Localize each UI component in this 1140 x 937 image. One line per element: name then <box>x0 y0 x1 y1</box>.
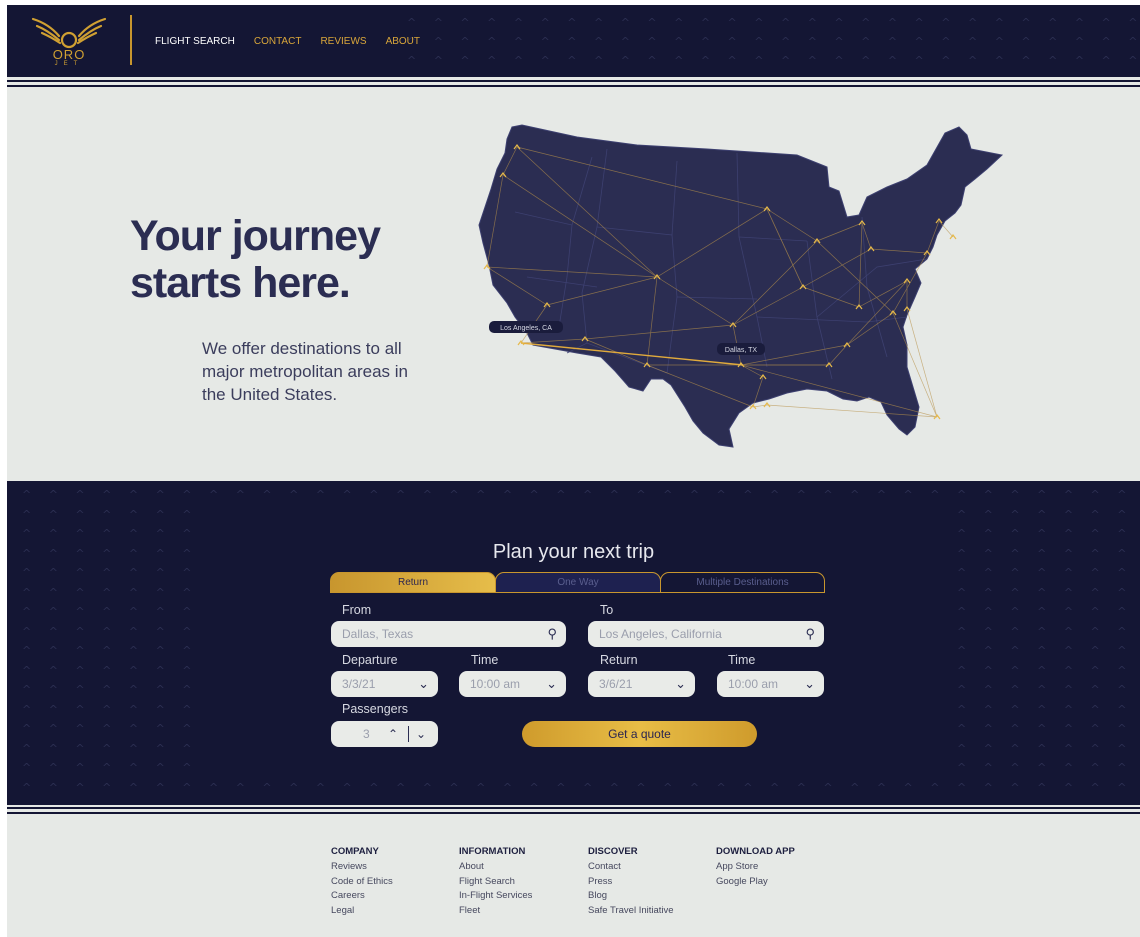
footer-link[interactable]: Legal <box>331 904 393 919</box>
footer-link[interactable]: Safe Travel Initiative <box>588 904 674 919</box>
footer-col-company: COMPANY Reviews Code of Ethics Careers L… <box>331 845 393 919</box>
plan-title: Plan your next trip <box>492 541 655 563</box>
divider <box>130 15 132 65</box>
footer-link[interactable]: Google Play <box>716 875 795 890</box>
departure-time-select[interactable]: 10:00 am ⌄ <box>459 671 566 697</box>
footer-link[interactable]: Blog <box>588 889 674 904</box>
us-route-map: Los Angeles, CA Dallas, TX <box>478 124 1004 448</box>
nav-about[interactable]: ABOUT <box>386 36 420 47</box>
footer-col-information: INFORMATION About Flight Search In-Fligh… <box>459 845 532 919</box>
departure-date-select[interactable]: 3/3/21 ⌄ <box>331 671 438 697</box>
footer-heading: DISCOVER <box>588 846 638 857</box>
departure-time-label: Time <box>471 653 499 667</box>
stepper-divider <box>408 726 409 742</box>
from-label: From <box>342 603 372 617</box>
return-date-select[interactable]: 3/6/21 ⌄ <box>588 671 695 697</box>
origin-label-text: Los Angeles, CA <box>500 325 552 332</box>
footer-link[interactable]: Code of Ethics <box>331 875 393 890</box>
nav-contact[interactable]: CONTACT <box>254 36 302 47</box>
hero-title: Your journey starts here. <box>130 212 381 307</box>
footer-link[interactable]: Flight Search <box>459 875 532 890</box>
footer-link[interactable]: Careers <box>331 889 393 904</box>
header: ^ ^ ^ ^ ^ ^ ^ ^ ^ ^ ^ ^ ^ ^ ^ ^ ^ ^ ^ ^ … <box>7 5 1140 75</box>
chevron-down-icon[interactable]: ⌄ <box>416 721 426 747</box>
return-label: Return <box>600 653 638 667</box>
hero-subtitle: We offer destinations to all major metro… <box>202 339 408 404</box>
hero-title-line2: starts here. <box>130 259 351 307</box>
header-stripes <box>7 75 1140 90</box>
footer-heading: DOWNLOAD APP <box>716 846 795 857</box>
main-nav: FLIGHT SEARCH CONTACT REVIEWS ABOUT <box>155 36 420 47</box>
footer-link[interactable]: Reviews <box>331 860 393 875</box>
departure-time-value: 10:00 am <box>470 677 521 691</box>
tab-return[interactable]: Return <box>330 572 496 593</box>
departure-value: 3/3/21 <box>342 677 376 691</box>
chevron-down-icon: ⌄ <box>546 676 557 691</box>
from-input[interactable]: Dallas, Texas ⚲ <box>331 621 566 647</box>
chevron-up-icon[interactable]: ⌃ <box>388 721 398 747</box>
nav-flight-search[interactable]: FLIGHT SEARCH <box>155 36 235 47</box>
footer-col-discover: DISCOVER Contact Press Blog Safe Travel … <box>588 845 674 919</box>
tab-multiple-destinations[interactable]: Multiple Destinations <box>660 572 825 593</box>
footer-col-download-app: DOWNLOAD APP App Store Google Play <box>716 845 795 889</box>
booking-stripes-bottom <box>7 802 1140 817</box>
tab-one-way[interactable]: One Way <box>495 572 661 593</box>
footer-link[interactable]: Press <box>588 875 674 890</box>
return-value: 3/6/21 <box>599 677 633 691</box>
brand-sub: JET <box>54 61 84 67</box>
to-value: Los Angeles, California <box>599 627 722 641</box>
from-value: Dallas, Texas <box>342 627 414 641</box>
search-icon[interactable]: ⚲ <box>547 621 557 647</box>
brand-name: ORO <box>52 47 86 62</box>
footer-heading: COMPANY <box>331 846 379 857</box>
footer-link[interactable]: About <box>459 860 532 875</box>
footer-link[interactable]: Contact <box>588 860 674 875</box>
chevron-down-icon: ⌄ <box>675 676 686 691</box>
page: ^ ^ ^ ^ ^ ^ ^ ^ ^ ^ ^ ^ ^ ^ ^ ^ ^ ^ ^ ^ … <box>7 5 1140 937</box>
hero-title-line1: Your journey <box>130 212 381 260</box>
return-time-select[interactable]: 10:00 am ⌄ <box>717 671 824 697</box>
passengers-label: Passengers <box>342 702 409 716</box>
footer-heading: INFORMATION <box>459 846 526 857</box>
return-time-label: Time <box>728 653 756 667</box>
departure-label: Departure <box>342 653 398 667</box>
footer-link[interactable]: App Store <box>716 860 795 875</box>
booking-section: ^ ^ ^ ^ ^ ^ ^ ^ ^ ^ ^ ^ ^ ^ ^ ^ ^ ^ ^ ^ … <box>7 481 1140 805</box>
chevron-down-icon: ⌄ <box>804 676 815 691</box>
chevron-pattern: ^ ^ ^ ^ ^ ^ ^ ^ ^ ^ ^ ^ ^ ^ ^ ^ ^ ^ ^ ^ … <box>407 16 1140 67</box>
destination-label: Dallas, TX <box>717 343 765 355</box>
nav-reviews[interactable]: REVIEWS <box>320 36 366 47</box>
us-map-shape <box>478 124 1004 448</box>
footer-link[interactable]: In-Flight Services <box>459 889 532 904</box>
origin-label: Los Angeles, CA <box>489 321 563 333</box>
footer-link[interactable]: Fleet <box>459 904 532 919</box>
destination-label-text: Dallas, TX <box>725 347 757 354</box>
route-line <box>938 220 954 238</box>
passengers-stepper[interactable]: 3 ⌃ ⌄ <box>331 721 438 747</box>
to-label: To <box>600 603 614 617</box>
passengers-value: 3 <box>363 727 370 741</box>
get-quote-button[interactable]: Get a quote <box>522 721 757 747</box>
return-time-value: 10:00 am <box>728 677 779 691</box>
search-icon[interactable]: ⚲ <box>805 621 815 647</box>
to-input[interactable]: Los Angeles, California ⚲ <box>588 621 824 647</box>
chevron-down-icon: ⌄ <box>418 676 429 691</box>
